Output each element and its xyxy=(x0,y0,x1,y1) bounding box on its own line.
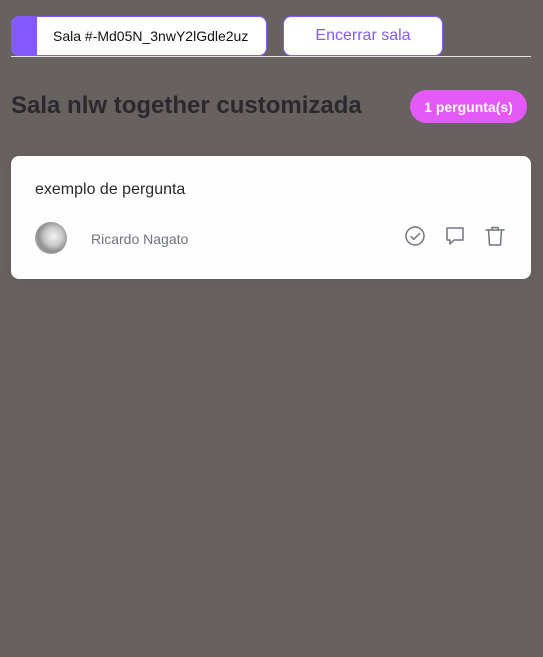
avatar xyxy=(35,222,67,254)
trash-icon xyxy=(485,226,505,246)
question-actions xyxy=(403,224,507,248)
highlight-question-button[interactable] xyxy=(443,224,467,248)
room-code-button[interactable]: Sala #-Md05N_3nwY2lGdle2uz xyxy=(11,16,267,56)
close-room-button[interactable]: Encerrar sala xyxy=(283,16,443,56)
check-circle-icon xyxy=(405,226,425,246)
author-name: Ricardo Nagato xyxy=(91,231,189,247)
header-divider xyxy=(11,56,531,57)
room-title: Sala nlw together customizada xyxy=(11,92,362,119)
delete-question-button[interactable] xyxy=(483,224,507,248)
question-card: exemplo de pergunta Ricardo Nagato xyxy=(11,156,531,279)
mark-answered-button[interactable] xyxy=(403,224,427,248)
room-title-row: Sala nlw together customizada 1 pergunta… xyxy=(11,90,531,124)
copy-icon[interactable] xyxy=(12,17,37,55)
chat-bubble-icon xyxy=(446,227,464,245)
question-content: exemplo de pergunta xyxy=(35,181,186,198)
page-header: Sala #-Md05N_3nwY2lGdle2uz Encerrar sala xyxy=(11,16,531,56)
question-footer: Ricardo Nagato xyxy=(35,222,507,256)
room-code-label: Sala #-Md05N_3nwY2lGdle2uz xyxy=(53,28,249,44)
question-count-badge: 1 pergunta(s) xyxy=(410,90,527,123)
